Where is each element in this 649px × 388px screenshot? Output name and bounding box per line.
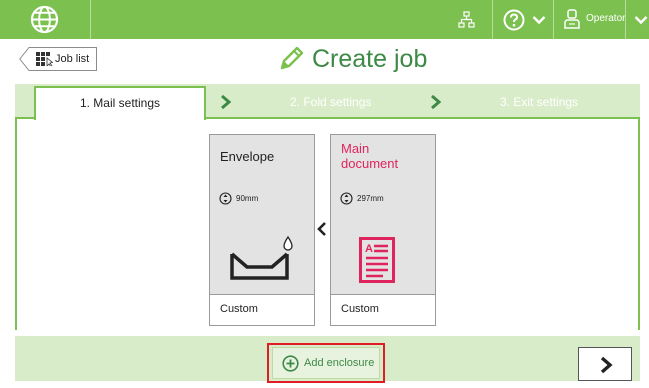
divider — [492, 0, 493, 39]
document-icon: A — [359, 237, 395, 283]
tab-fold-settings[interactable]: 2. Fold settings — [290, 95, 371, 109]
envelope-card[interactable]: Envelope 90mm Custom — [209, 134, 315, 326]
card-footer-label: Custom — [341, 303, 379, 315]
card-title: Main document — [341, 141, 409, 171]
panel-border — [204, 117, 640, 119]
panel-border — [638, 117, 640, 330]
job-list-label: Job list — [55, 53, 90, 65]
card-footer: Custom — [210, 294, 314, 325]
panel-border — [15, 117, 17, 330]
pencil-icon — [280, 46, 304, 70]
add-enclosure-button[interactable]: Add enclosure — [272, 347, 380, 379]
chevron-down-icon[interactable] — [532, 15, 546, 25]
top-bar: Operator — [0, 0, 649, 39]
envelope-icon — [230, 235, 293, 280]
svg-text:A: A — [365, 243, 373, 255]
chevron-right-icon — [431, 95, 442, 109]
chevron-right-icon — [600, 356, 613, 374]
rotate-icon — [219, 192, 232, 205]
card-footer-label: Custom — [220, 303, 258, 315]
divider — [553, 0, 554, 39]
network-icon[interactable] — [458, 11, 475, 28]
tab-exit-settings[interactable]: 3. Exit settings — [500, 95, 578, 109]
grid-icon — [36, 52, 53, 66]
main-document-card[interactable]: Main document 297mm A Custom — [330, 134, 436, 326]
app-window: Operator Job list Create job 1. Mail set… — [0, 0, 649, 388]
globe-icon[interactable] — [30, 5, 59, 34]
page-title: Create job — [312, 45, 428, 73]
tab-mail-settings[interactable]: 1. Mail settings — [34, 86, 206, 120]
next-button[interactable] — [578, 347, 632, 381]
user-name[interactable]: Operator — [586, 13, 625, 24]
panel-border — [15, 117, 36, 119]
chevron-left-icon[interactable] — [317, 221, 327, 237]
plus-circle-icon — [282, 355, 299, 372]
user-icon[interactable] — [564, 9, 580, 29]
add-enclosure-label: Add enclosure — [304, 357, 375, 369]
card-dimension: 90mm — [236, 194, 259, 203]
card-title: Envelope — [220, 149, 275, 164]
tab-label: 1. Mail settings — [79, 96, 161, 110]
help-icon[interactable] — [503, 9, 525, 31]
job-list-button[interactable]: Job list — [19, 47, 97, 71]
chevron-right-icon — [221, 95, 232, 109]
chevron-down-icon[interactable] — [634, 15, 648, 25]
divider — [90, 0, 91, 39]
card-dimension: 297mm — [357, 194, 384, 203]
card-title-text: Main document — [341, 141, 399, 171]
rotate-icon — [340, 192, 353, 205]
card-footer: Custom — [331, 294, 435, 325]
